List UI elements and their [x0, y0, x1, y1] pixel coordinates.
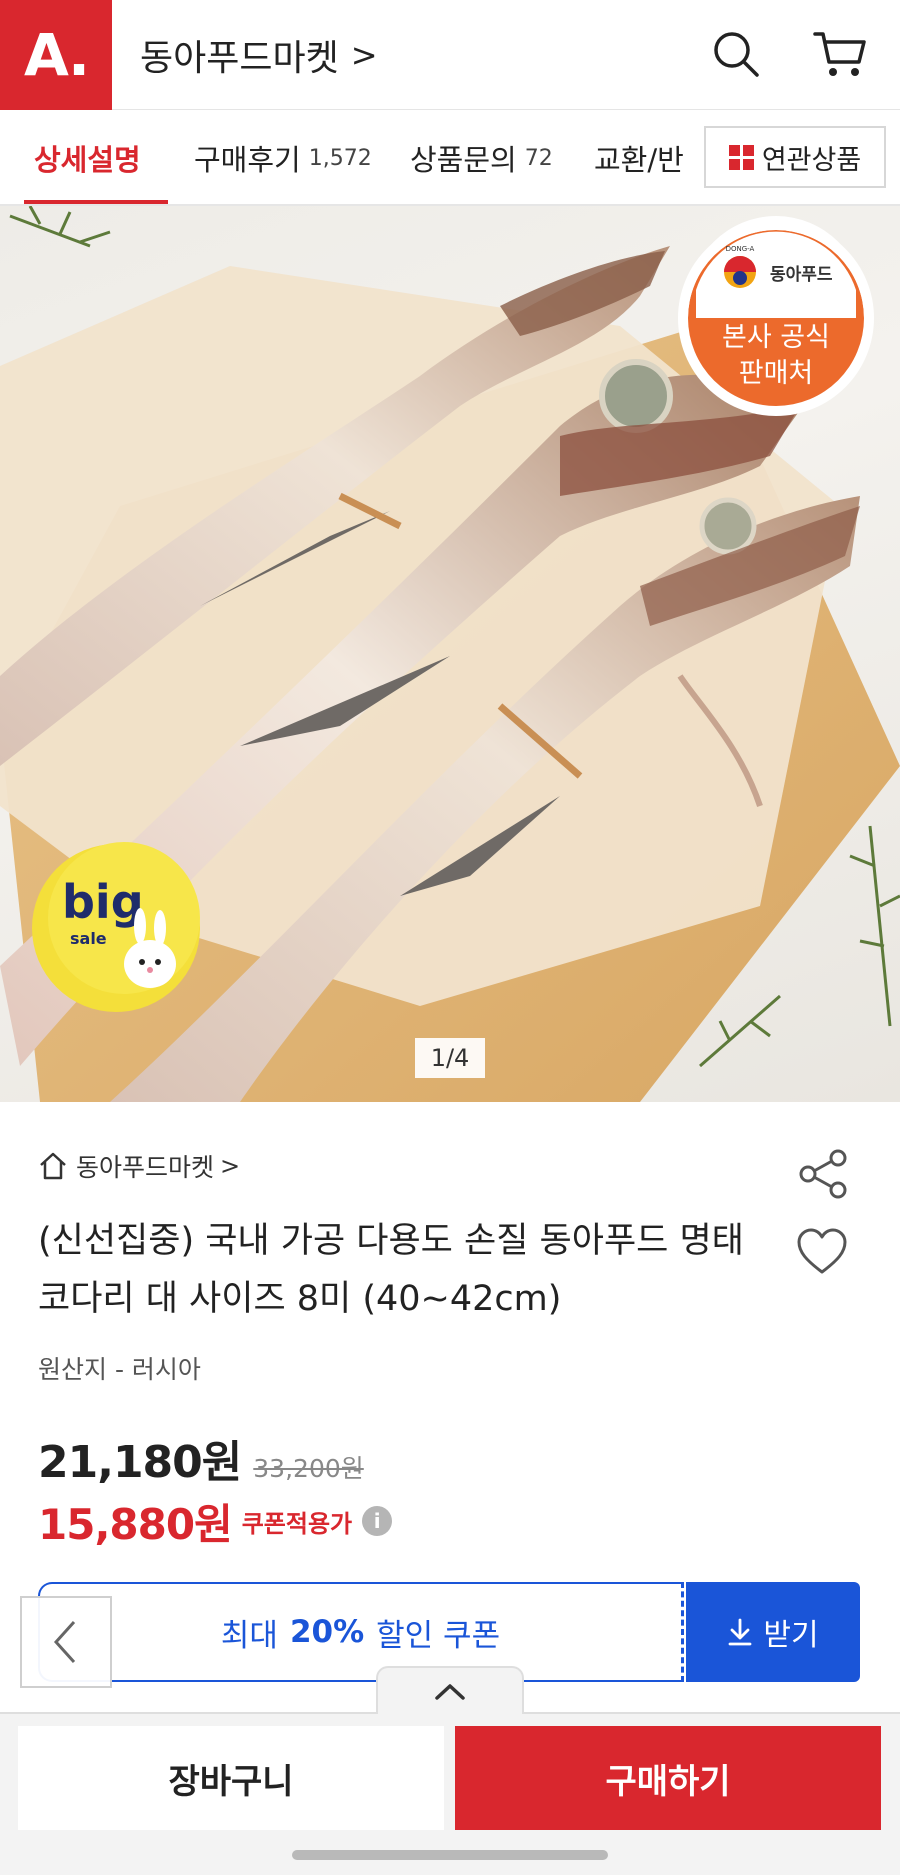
cart-icon[interactable] [810, 24, 870, 84]
coupon-price-label: 쿠폰적용가 [241, 1509, 353, 1538]
product-title: (신선집중) 국내 가공 다용도 손질 동아푸드 명태 코다리 대 사이즈 8미… [38, 1221, 744, 1319]
search-icon[interactable] [706, 24, 766, 84]
svg-text:본사 공식: 본사 공식 [722, 322, 830, 353]
coupon-prefix: 최대 [220, 1617, 278, 1654]
related-products-label: 연관상품 [761, 144, 862, 176]
breadcrumb-store-name: 동아푸드마켓 [76, 1153, 215, 1182]
coupon-percent: 20% [289, 1614, 365, 1650]
svg-text:동아푸드: 동아푸드 [770, 265, 833, 285]
svg-text:sale: sale [70, 929, 107, 948]
tab-reviews[interactable]: 구매후기 1,572 [194, 110, 372, 204]
tab-label: 교환/반 [594, 143, 684, 177]
tab-description[interactable]: 상세설명 [34, 110, 141, 204]
expand-options-handle[interactable] [376, 1666, 524, 1714]
price-row: 21,180원 33,200원 [38, 1426, 364, 1488]
tab-label: 상세설명 [34, 143, 141, 177]
original-price: 33,200원 [253, 1454, 364, 1483]
coupon-download-button[interactable]: 받기 [686, 1582, 860, 1682]
chevron-right-icon: > [220, 1152, 241, 1180]
coupon-download-label: 받기 [763, 1618, 819, 1653]
inquiry-count: 72 [524, 145, 553, 171]
home-indicator [292, 1850, 608, 1860]
coupon-price-row: 15,880원 쿠폰적용가 i [38, 1492, 393, 1550]
info-icon[interactable]: i [362, 1506, 393, 1536]
svg-text:판매처: 판매처 [739, 358, 814, 389]
product-origin: 원산지 - 러시아 [38, 1355, 201, 1384]
tab-label: 상품문의 [410, 143, 517, 177]
grid-icon [728, 144, 754, 170]
review-count: 1,572 [308, 145, 372, 171]
store-breadcrumb[interactable]: 동아푸드마켓 > [38, 1146, 240, 1186]
coupon-suffix: 할인 쿠폰 [376, 1617, 501, 1654]
buy-now-button[interactable]: 구매하기 [455, 1726, 881, 1830]
wishlist-heart-icon[interactable] [796, 1226, 848, 1278]
detail-tab-bar: 상세설명 구매후기 1,572 상품문의 72 교환/반 연관상품 [0, 110, 900, 206]
tab-inquiries[interactable]: 상품문의 72 [410, 110, 553, 204]
download-icon [728, 1618, 752, 1646]
tab-exchange-return[interactable]: 교환/반 [594, 110, 684, 204]
chevron-up-icon [435, 1684, 465, 1700]
tab-label: 구매후기 [194, 143, 301, 177]
product-photo: DONG-A 동아푸드 본사 공식 판매처 big sale [0, 206, 900, 1102]
coupon-banner[interactable]: 최대 20% 할인 쿠폰 [38, 1582, 684, 1682]
store-name: 동아푸드마켓 [140, 38, 339, 79]
chevron-left-icon [53, 1620, 76, 1664]
back-button[interactable] [20, 1596, 112, 1688]
home-icon [40, 1152, 66, 1180]
svg-text:big: big [62, 875, 144, 929]
product-image-carousel[interactable]: DONG-A 동아푸드 본사 공식 판매처 big sale 1/4 [0, 206, 900, 1102]
app-header: A. 동아푸드마켓 > [0, 0, 900, 110]
related-products-button[interactable]: 연관상품 [704, 126, 886, 188]
image-pager: 1/4 [415, 1038, 485, 1078]
official-seller-badge: DONG-A 동아푸드 본사 공식 판매처 [678, 216, 874, 416]
coupon-price: 15,880원 [38, 1499, 233, 1549]
chevron-right-icon: > [350, 36, 378, 74]
add-to-cart-button[interactable]: 장바구니 [18, 1726, 444, 1830]
store-name-link[interactable]: 동아푸드마켓 > [140, 28, 378, 82]
sale-price: 21,180원 [38, 1437, 242, 1488]
svg-text:DONG-A: DONG-A [726, 245, 755, 253]
app-logo[interactable]: A. [0, 0, 112, 110]
share-icon[interactable] [796, 1146, 852, 1202]
